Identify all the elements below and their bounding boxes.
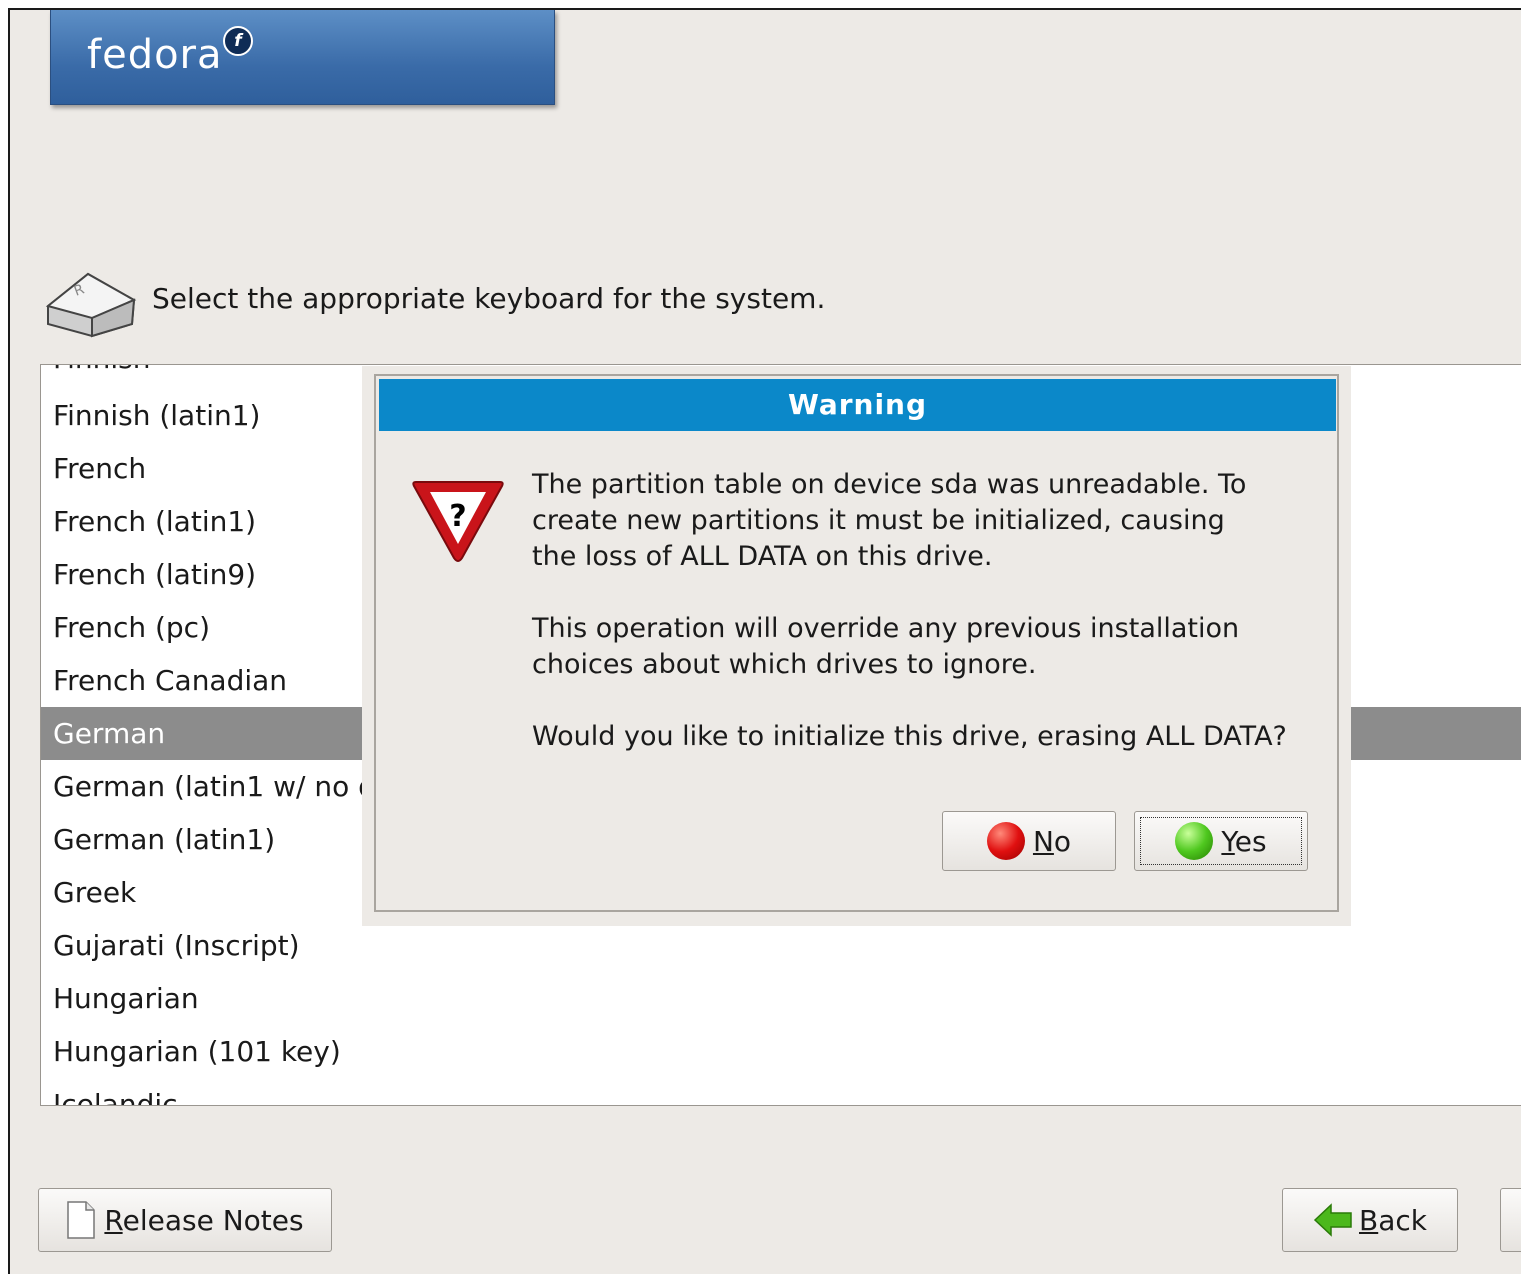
svg-text:?: ?	[449, 499, 466, 534]
back-button[interactable]: Back	[1282, 1188, 1458, 1252]
question-warning-icon: ?	[412, 481, 504, 562]
document-icon	[67, 1201, 96, 1239]
fedora-banner: fedora f	[50, 10, 555, 105]
release-notes-label: Release Notes	[104, 1203, 304, 1237]
keyboard-key-icon: R	[45, 272, 137, 338]
list-item[interactable]: Gujarati (Inscript)	[41, 919, 1521, 972]
dialog-title: Warning	[379, 379, 1336, 431]
back-button-label: Back	[1359, 1203, 1427, 1237]
dialog-message-primary: The partition table on device sda was un…	[532, 469, 1247, 572]
release-notes-button[interactable]: Release Notes	[38, 1188, 332, 1252]
fedora-logo-icon: f	[223, 26, 253, 56]
no-button-label: No	[1032, 824, 1072, 858]
focus-ring	[1140, 817, 1302, 865]
list-item[interactable]: Hungarian	[41, 972, 1521, 1025]
list-item[interactable]: Hungarian (101 key)	[41, 1025, 1521, 1078]
warning-dialog: Warning ? The partition table on device …	[374, 374, 1339, 912]
dialog-message-secondary: This operation will override any previou…	[532, 613, 1240, 680]
left-arrow-icon	[1313, 1203, 1352, 1237]
no-button[interactable]: No	[942, 811, 1116, 871]
list-item[interactable]: Icelandic	[41, 1078, 1521, 1105]
next-button[interactable]	[1500, 1188, 1521, 1252]
dialog-question: Would you like to initialize this drive,…	[532, 721, 1287, 752]
red-circle-icon	[986, 822, 1025, 860]
fedora-logo-text: fedora	[87, 32, 223, 78]
keyboard-prompt: Select the appropriate keyboard for the …	[152, 282, 826, 315]
installer-screen: fedora f R Select the appropriate keyboa…	[8, 8, 1521, 1274]
yes-button[interactable]: Yes	[1134, 811, 1308, 871]
